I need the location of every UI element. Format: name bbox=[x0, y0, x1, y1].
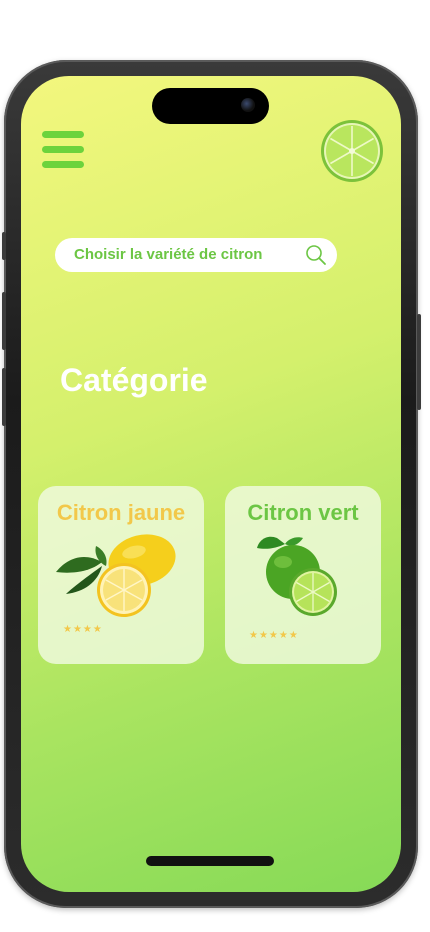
dynamic-island bbox=[152, 88, 269, 124]
yellow-lemon-icon bbox=[56, 534, 176, 617]
hamburger-menu-icon[interactable] bbox=[42, 131, 86, 171]
green-lime-icon bbox=[257, 536, 337, 616]
power-button bbox=[417, 314, 421, 410]
camera-icon bbox=[241, 98, 255, 112]
volume-up-button bbox=[2, 292, 6, 350]
rating-stars: ★★★★ bbox=[63, 624, 103, 635]
silent-switch bbox=[2, 232, 6, 260]
section-title: Catégorie bbox=[60, 362, 208, 398]
lime-slice-icon[interactable] bbox=[321, 120, 383, 182]
search-icon[interactable] bbox=[305, 244, 327, 266]
app-screen: Choisir la variété de citron Catégorie C… bbox=[21, 76, 401, 892]
search-bar[interactable]: Choisir la variété de citron bbox=[55, 238, 337, 272]
volume-down-button bbox=[2, 368, 6, 426]
category-card-citron-jaune[interactable]: Citron jaune ★★★★ bbox=[38, 486, 204, 664]
home-indicator[interactable] bbox=[146, 856, 274, 866]
category-card-citron-vert[interactable]: Citron vert ★★★★★ bbox=[225, 486, 381, 664]
category-card-title: Citron jaune bbox=[56, 500, 186, 525]
search-input[interactable]: Choisir la variété de citron bbox=[74, 246, 262, 263]
category-card-title: Citron vert bbox=[247, 500, 359, 525]
rating-stars: ★★★★★ bbox=[249, 630, 299, 641]
